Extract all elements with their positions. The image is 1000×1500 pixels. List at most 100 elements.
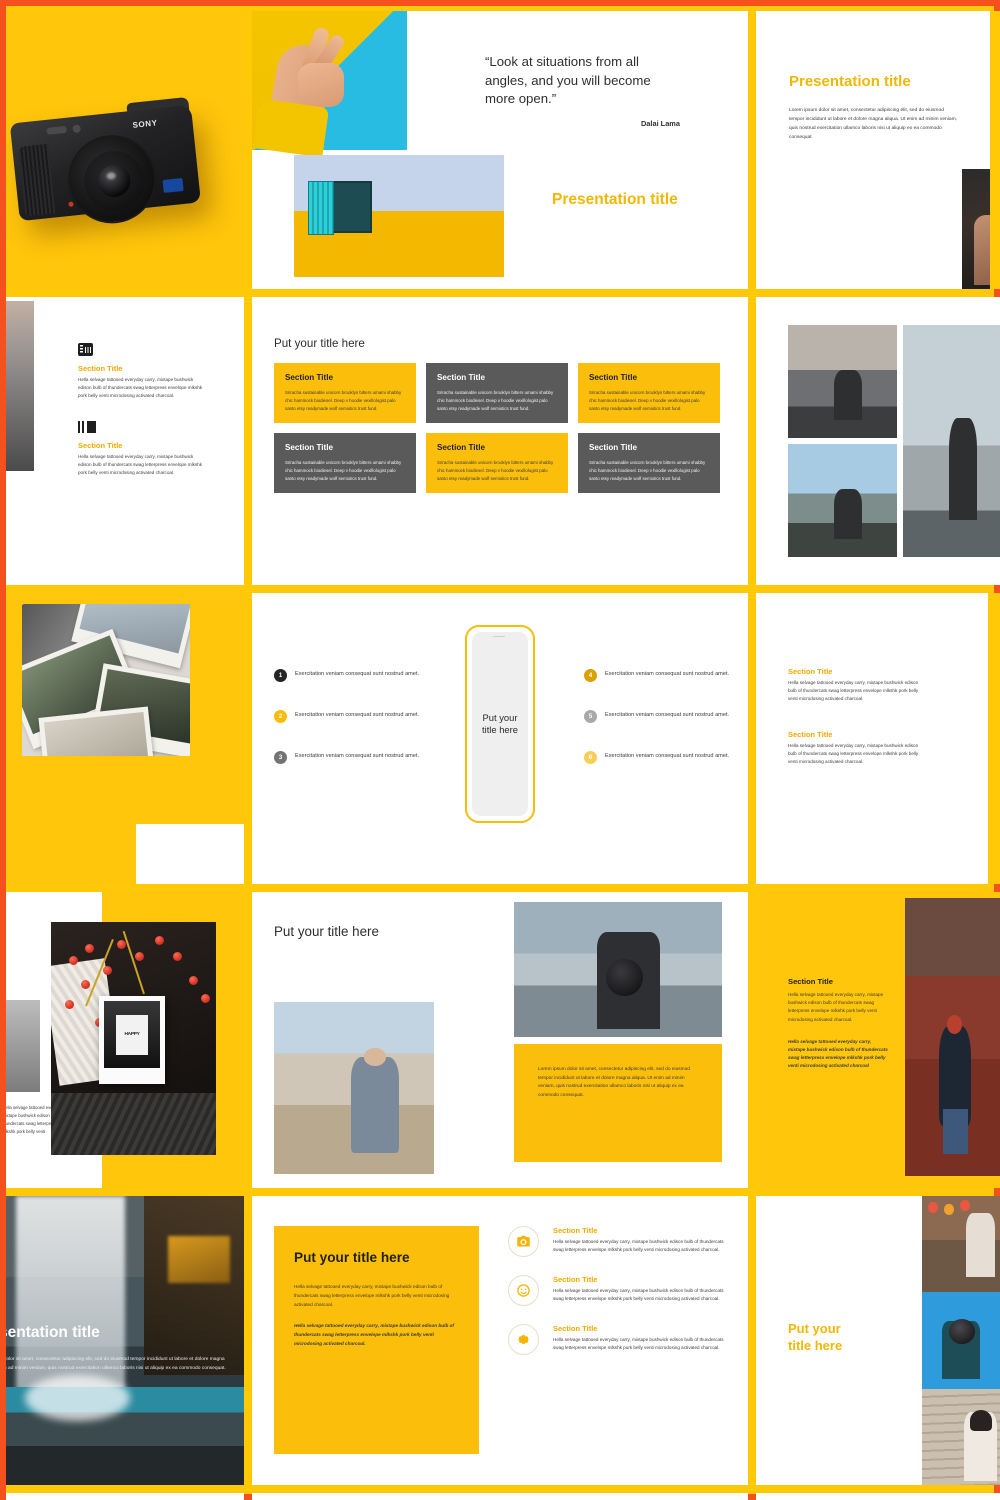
step-number: 1	[274, 669, 287, 682]
instant-print: HAPPY	[99, 996, 165, 1084]
section-card[interactable]: Section Title Sriracha sustainable unico…	[578, 363, 720, 424]
strip-photo-blue	[922, 1292, 1000, 1389]
water-foam	[25, 1375, 130, 1422]
slide-two-section-text[interactable]: Section Title Hella selvage tattooed eve…	[756, 593, 1000, 884]
section-body: Hella selvage tattooed everyday carry, m…	[78, 377, 203, 399]
card-body: Sriracha sustainable unicorn brooklyn bi…	[285, 390, 402, 412]
slide-quote[interactable]: “Look at situations from all angles, and…	[252, 11, 748, 289]
slide-waterfall-title[interactable]: Presentation title Lorem ipsum dolor sit…	[6, 1196, 244, 1485]
card-title: Section Title	[589, 373, 637, 382]
cliff-rock	[144, 1196, 244, 1376]
slide-six-card-grid[interactable]: Put your title here Section Title Srirac…	[252, 297, 748, 585]
section-card[interactable]: Section Title Sriracha sustainable unico…	[426, 433, 568, 494]
slide-title-photos[interactable]: Put your title here Lorem ipsum dolor si…	[252, 892, 748, 1188]
slide-icon-list[interactable]: Put your title here Hella selvage tattoo…	[252, 1196, 748, 1485]
step-text: Exercitation veniam consequat sunt nostr…	[605, 671, 730, 677]
intro-body-text: Lorem ipsum dolor sit amet, consectetur …	[789, 108, 957, 141]
quote-text: “Look at situations from all angles, and…	[485, 54, 651, 107]
page-title-line1: Put your	[788, 1321, 841, 1336]
section-body-1: Hella selvage tattooed everyday carry, m…	[788, 992, 884, 1022]
step-text: Exercitation veniam consequat sunt nostr…	[295, 671, 420, 677]
mosaic-photo	[788, 444, 897, 557]
slide-phone-steps[interactable]: 1 Exercitation veniam consequat sunt nos…	[252, 593, 748, 884]
steps-left: 1 Exercitation veniam consequat sunt nos…	[274, 669, 424, 792]
section-body: Hella selvage tattooed everyday carry, m…	[788, 680, 919, 702]
icon-feature-list: Section Title Hella selvage tattooed eve…	[508, 1226, 728, 1373]
section-card[interactable]: Section Title Sriracha sustainable unico…	[274, 433, 416, 494]
thumbnail-photo	[6, 1000, 40, 1092]
section-title: Section Title	[788, 977, 834, 986]
quote-author: Dalai Lama	[640, 119, 680, 128]
feature-text: Section Title Hella selvage tattooed eve…	[553, 1275, 728, 1303]
window-shutter	[308, 181, 334, 235]
slide-instant-photo[interactable]: Hella selvage tattooed everyday carry, m…	[6, 892, 244, 1188]
step-number: 5	[584, 710, 597, 723]
step-item[interactable]: 2 Exercitation veniam consequat sunt nos…	[274, 710, 424, 723]
steps-right: 4 Exercitation veniam consequat sunt nos…	[584, 669, 734, 792]
section-column: Section Title Hella selvage tattooed eve…	[788, 977, 888, 1070]
slide-camera-cover[interactable]: SONY	[6, 11, 244, 289]
right-accent-bar	[990, 11, 1000, 289]
step-item[interactable]: 6 Exercitation veniam consequat sunt nos…	[584, 751, 734, 764]
yellow-wall-window-photo	[294, 155, 504, 277]
feature-item[interactable]: Section Title Hella selvage tattooed eve…	[508, 1275, 728, 1306]
slide-autumn-section[interactable]: Section Title Hella selvage tattooed eve…	[756, 892, 1000, 1188]
step-text: Exercitation veniam consequat sunt nostr…	[295, 753, 420, 759]
section-column: Section Title Hella selvage tattooed eve…	[788, 667, 928, 766]
camera-mode-dial	[72, 124, 82, 134]
photo-strip	[922, 1196, 1000, 1485]
hand-sleeve	[252, 98, 330, 158]
phone-mockup[interactable]: Put your title here	[465, 625, 535, 823]
slide-partial-center[interactable]	[252, 1493, 748, 1500]
hand-peace-photo	[252, 11, 407, 158]
slide-two-icon-sections[interactable]: Section Title Hella selvage tattooed eve…	[6, 297, 244, 585]
yellow-text-box: Lorem ipsum dolor sit amet, consectetur …	[514, 1044, 722, 1162]
slide-partial-right[interactable]	[756, 1493, 1000, 1500]
print-label: HAPPY	[116, 1014, 148, 1055]
step-number: 2	[274, 710, 287, 723]
left-landscape-strip	[6, 301, 34, 471]
feature-item[interactable]: Section Title Hella selvage tattooed eve…	[508, 1324, 728, 1355]
window-frame	[308, 181, 372, 235]
step-item[interactable]: 1 Exercitation veniam consequat sunt nos…	[274, 669, 424, 682]
card-body: Sriracha sustainable unicorn brooklyn bi…	[437, 460, 554, 482]
step-text: Exercitation veniam consequat sunt nostr…	[605, 712, 730, 718]
section-card[interactable]: Section Title Sriracha sustainable unico…	[426, 363, 568, 424]
camera-body: SONY	[9, 104, 201, 228]
film-icon	[78, 343, 93, 356]
section-title: Section Title	[788, 667, 833, 676]
card-title: Section Title	[437, 373, 485, 382]
feature-item[interactable]: Section Title Hella selvage tattooed eve…	[508, 1226, 728, 1257]
photo-icon	[78, 420, 96, 433]
step-item[interactable]: 3 Exercitation veniam consequat sunt nos…	[274, 751, 424, 764]
step-item[interactable]: 5 Exercitation veniam consequat sunt nos…	[584, 710, 734, 723]
feature-title: Section Title	[553, 1275, 598, 1284]
camera-af-lamp	[68, 201, 74, 207]
section-body: Hella selvage tattooed everyday carry, m…	[788, 742, 919, 764]
step-number: 6	[584, 751, 597, 764]
white-corner-block	[136, 824, 244, 884]
page-title: Put your title here	[274, 924, 379, 939]
slide-partial-left[interactable]	[6, 1493, 244, 1500]
step-number: 3	[274, 751, 287, 764]
section-column: Section Title Hella selvage tattooed eve…	[78, 343, 206, 497]
slide-polaroid-scatter[interactable]	[6, 593, 244, 884]
camera-lens-glint	[106, 171, 117, 180]
card-title: Section Title	[437, 443, 485, 453]
slide-intro[interactable]: Presentation title Lorem ipsum dolor sit…	[756, 11, 1000, 289]
step-item[interactable]: 4 Exercitation veniam consequat sunt nos…	[584, 669, 734, 682]
section-title: Section Title	[788, 729, 833, 739]
step-text: Exercitation veniam consequat sunt nostr…	[295, 712, 420, 718]
section-card[interactable]: Section Title Sriracha sustainable unico…	[578, 433, 720, 494]
camera-lens-outer	[63, 130, 161, 228]
photo-grid	[788, 325, 1000, 557]
scattered-photos-image	[22, 604, 190, 756]
mosaic-photo-tall	[903, 325, 1000, 557]
slide-photo-strip-title[interactable]: Put your title here	[756, 1196, 1000, 1485]
camera-lens-badge	[162, 177, 184, 193]
section-card[interactable]: Section Title Sriracha sustainable unico…	[274, 363, 416, 424]
photographer-photo-left	[274, 1002, 434, 1174]
phone-speaker	[493, 635, 505, 638]
slide-photo-mosaic[interactable]	[756, 297, 1000, 585]
feature-text: Section Title Hella selvage tattooed eve…	[553, 1226, 728, 1254]
